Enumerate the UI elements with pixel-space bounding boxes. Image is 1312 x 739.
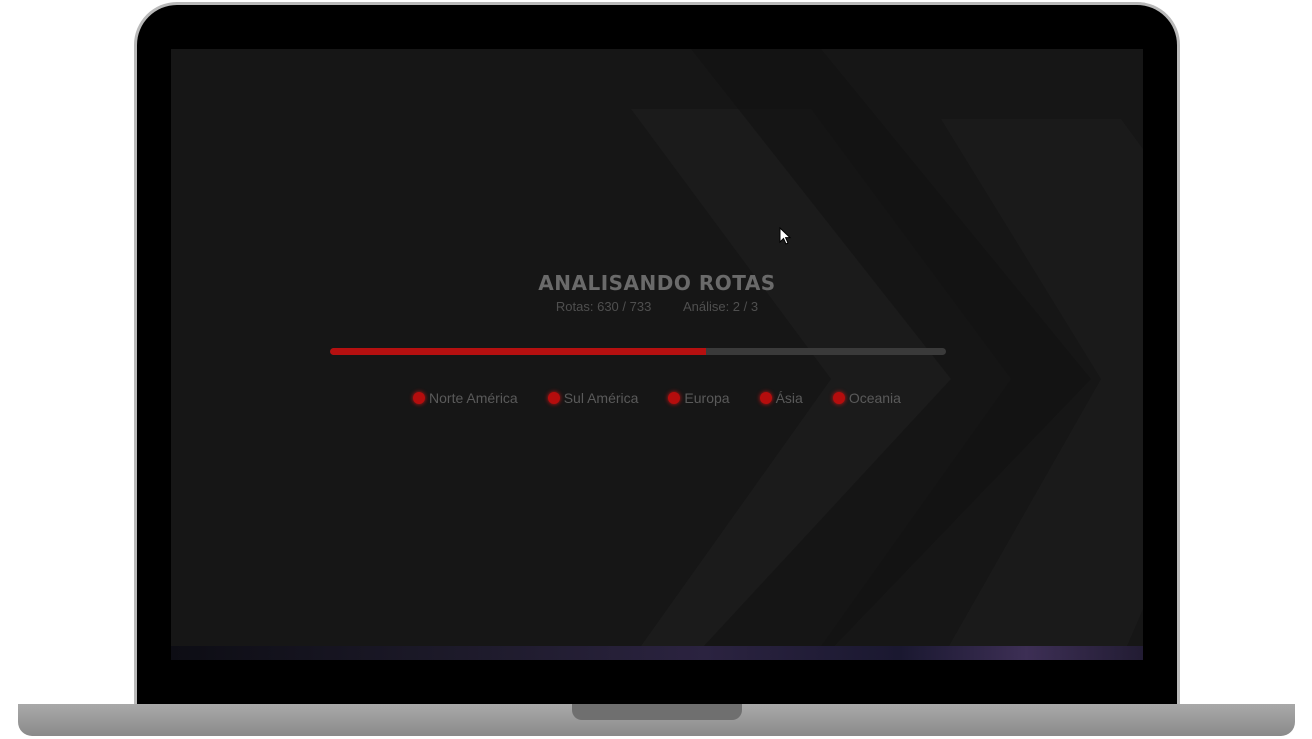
region-label: Ásia — [775, 390, 803, 406]
status-dot-icon — [668, 392, 681, 404]
app-screen: ANALISANDO ROTAS Rotas: 630 / 733 Anális… — [171, 49, 1143, 660]
status-header: ANALISANDO ROTAS Rotas: 630 / 733 Anális… — [171, 271, 1143, 314]
status-dot-icon — [413, 392, 426, 404]
page-title: ANALISANDO ROTAS — [538, 271, 776, 295]
status-dot-icon — [759, 392, 772, 404]
progress-bar — [330, 348, 946, 355]
region-label: Norte América — [429, 390, 518, 406]
region-item: Sul América — [547, 390, 639, 406]
routes-count: Rotas: 630 / 733 — [555, 299, 652, 314]
region-label: Sul América — [563, 390, 639, 406]
bottom-glow-strip — [171, 646, 1143, 660]
stats-line: Rotas: 630 / 733 Análise: 2 / 3 — [171, 299, 1143, 314]
laptop-notch — [572, 704, 742, 720]
analysis-count: Análise: 2 / 3 — [682, 299, 759, 314]
region-item: Ásia — [759, 390, 803, 406]
region-item: Europa — [668, 390, 730, 406]
progress-bar-fill — [330, 348, 706, 355]
region-label: Europa — [684, 390, 730, 406]
mouse-cursor-icon — [779, 227, 792, 245]
region-item: Norte América — [413, 390, 518, 406]
status-dot-icon — [832, 392, 845, 404]
region-item: Oceania — [832, 390, 901, 406]
status-dot-icon — [547, 392, 560, 404]
region-list: Norte América Sul América Europa Ásia Oceani… — [171, 390, 1143, 406]
region-label: Oceania — [848, 390, 901, 406]
